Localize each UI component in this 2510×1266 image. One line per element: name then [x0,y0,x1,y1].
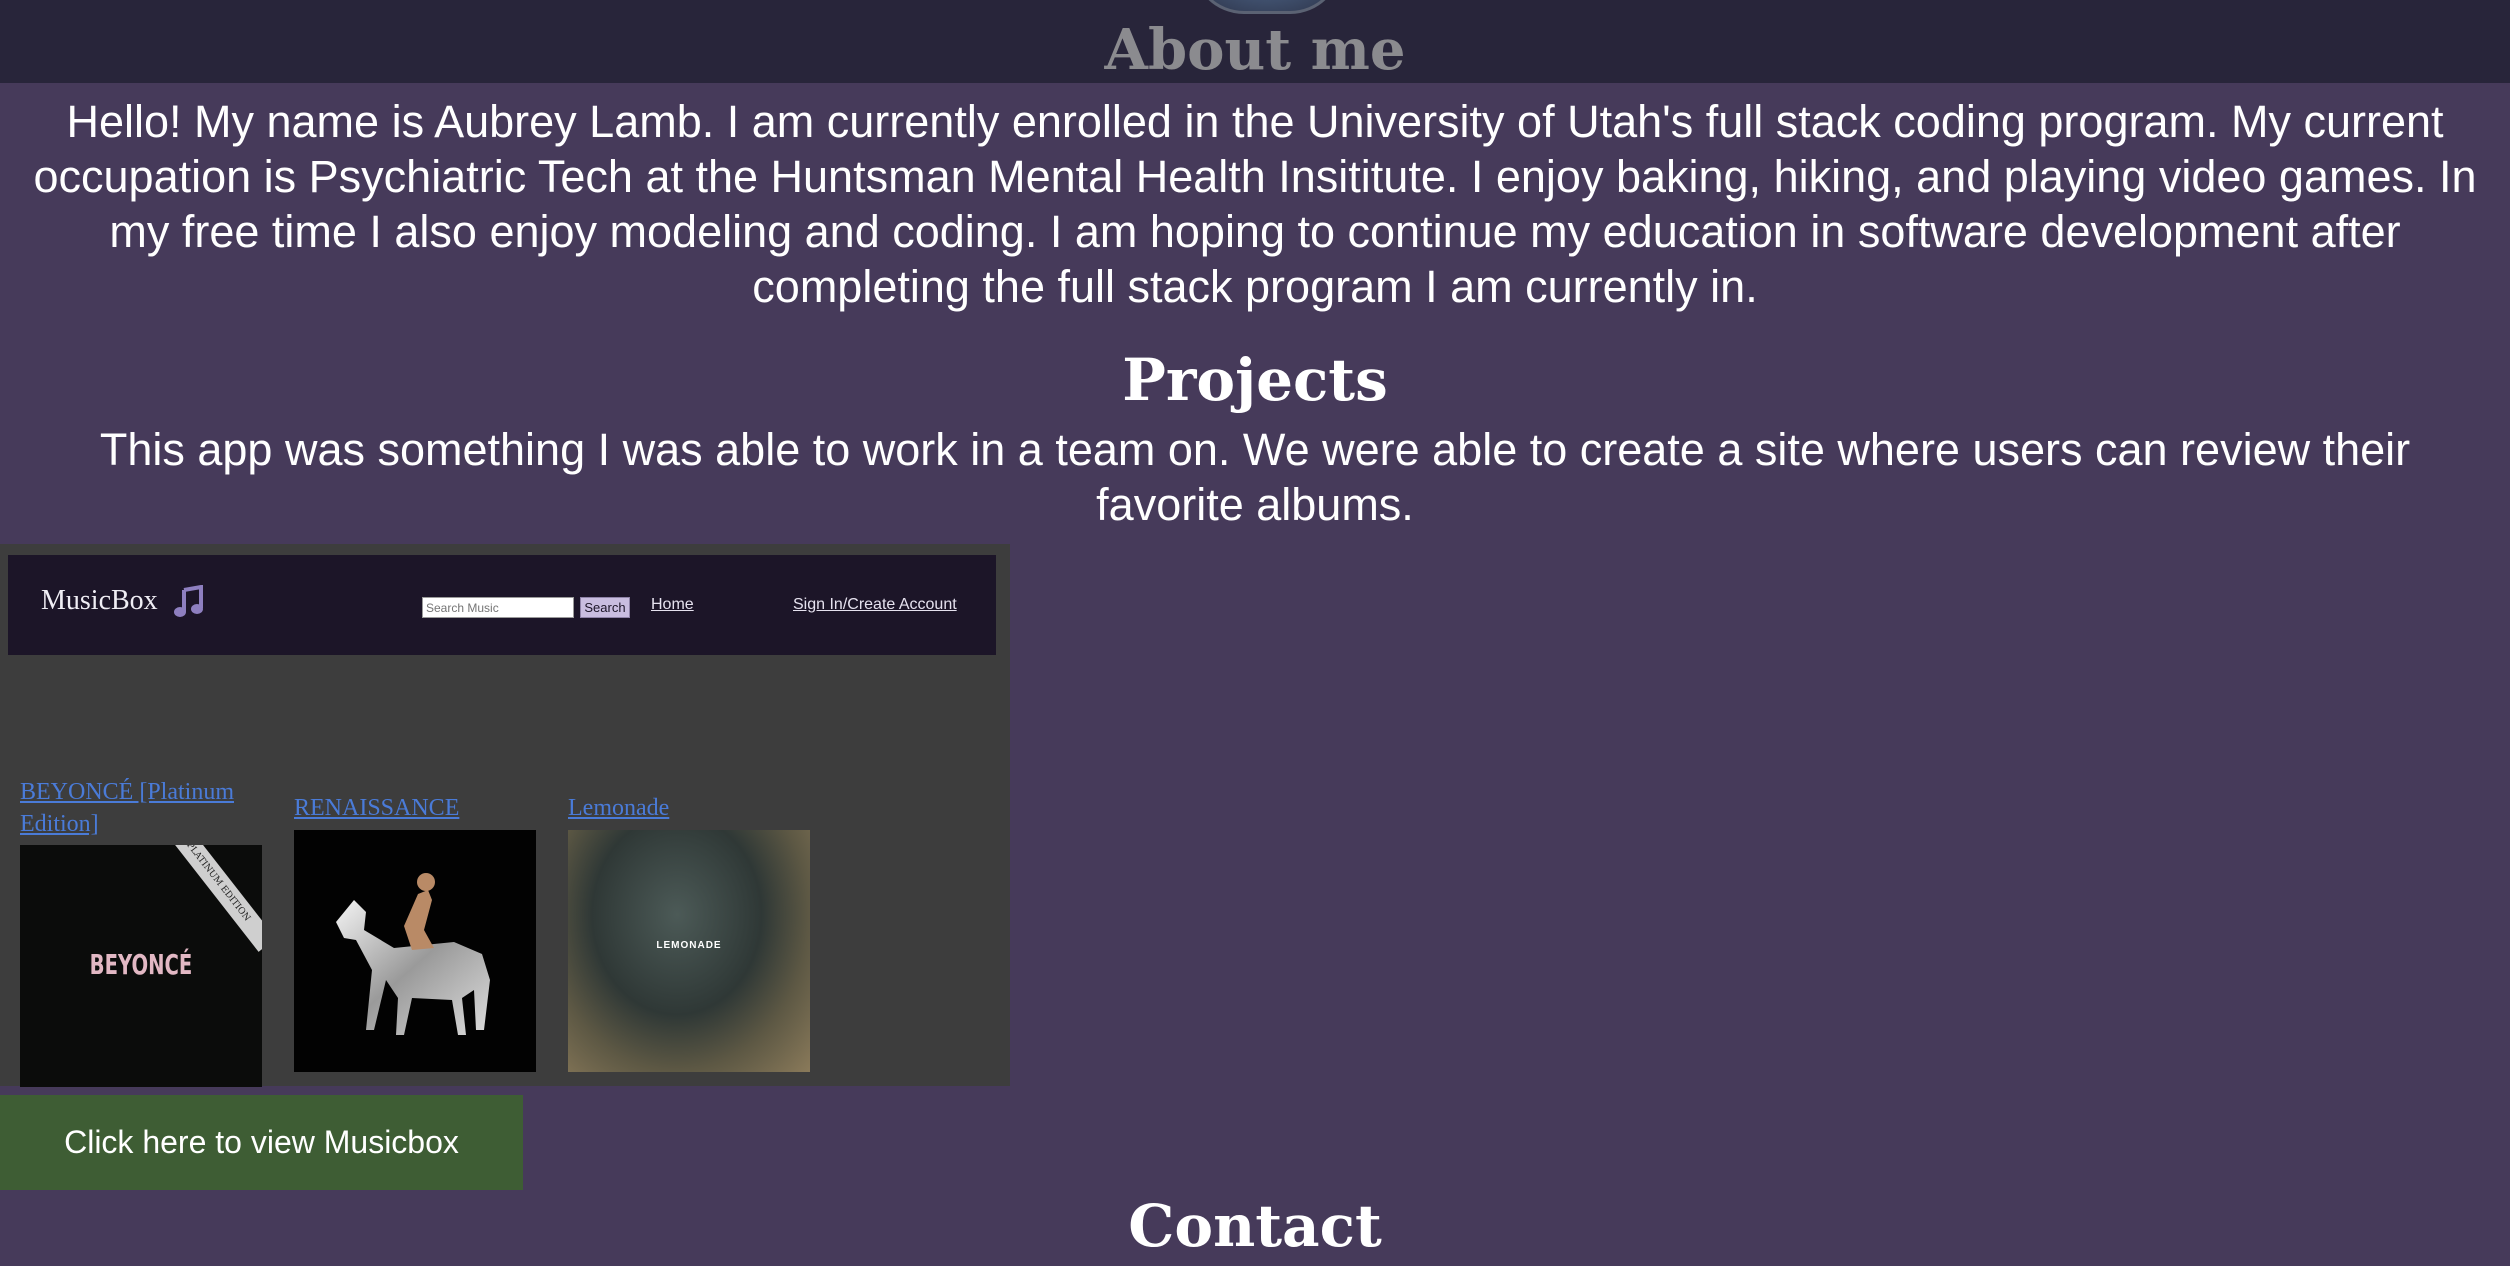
projects-description: This app was something I was able to wor… [99,424,2411,530]
view-musicbox-button[interactable]: Click here to view Musicbox [0,1095,523,1190]
screenshot-navbar: MusicBox Search Home Sign In/Create Acco… [8,555,996,655]
screenshot-search-button: Search [580,597,630,618]
album-title: RENAISSANCE [294,795,460,821]
screenshot-brand: MusicBox [41,585,158,616]
album-cover-lemonade: LEMONADE [568,830,810,1072]
album-cover-text: LEMONADE [656,940,722,951]
projects-title: Projects [1122,346,1388,414]
platinum-ribbon: PLATINUM EDITION [160,845,262,952]
album-cover-text: BEYONCÉ [89,948,193,981]
album-cover-renaissance [294,830,536,1072]
project-screenshot: MusicBox Search Home Sign In/Create Acco… [0,544,1010,1087]
screenshot-signin-link: Sign In/Create Account [793,596,957,613]
contact-title: Contact [1128,1192,1382,1260]
about-title: About me [1104,17,1406,83]
music-note-icon [174,585,203,617]
album-cover-beyonce: BEYONCÉ PLATINUM EDITION [20,845,262,1087]
album-title: Lemonade [568,795,670,821]
about-text: Hello! My name is Aubrey Lamb. I am curr… [33,96,2477,312]
screenshot-home-link: Home [651,596,694,613]
screenshot-search-input [422,597,574,618]
horse-rider-image [336,873,490,1035]
album-title: BEYONCÉ [Platinum Edition] [20,779,234,837]
